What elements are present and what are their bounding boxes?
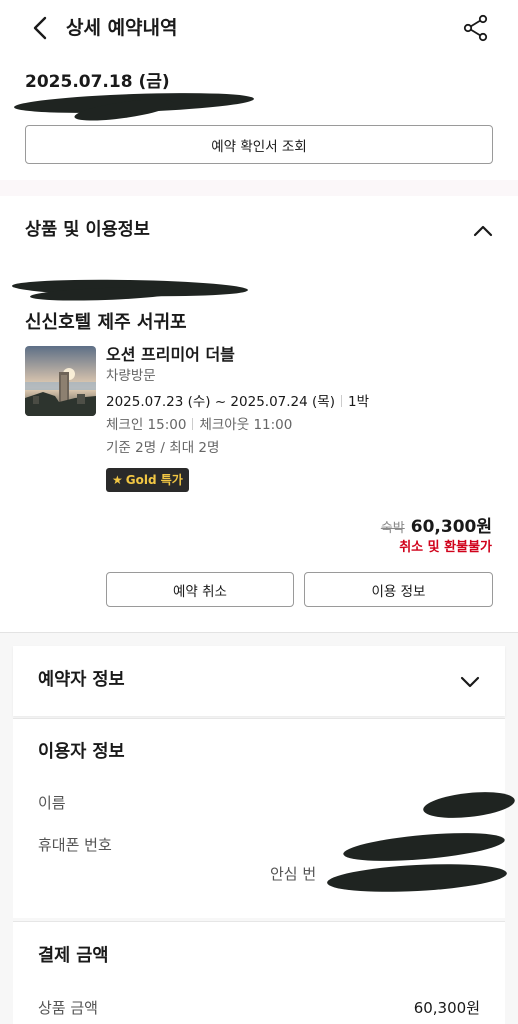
share-icon	[463, 14, 488, 42]
chevron-left-icon	[33, 16, 47, 40]
badge-label: Gold 특가	[125, 473, 183, 487]
divider	[192, 418, 194, 430]
refund-policy: 취소 및 환불불가	[399, 540, 492, 555]
redacted-scribble	[326, 860, 508, 896]
stay-dates: 2025.07.23 (수) ~ 2025.07.24 (목)	[106, 394, 335, 410]
user-info-card: 이용자 정보 이름 휴대폰 번호 안심 번	[13, 718, 517, 918]
usage-info-button[interactable]: 이용 정보	[304, 572, 493, 607]
star-icon: ★	[112, 473, 123, 487]
cancel-reservation-button[interactable]: 예약 취소	[106, 572, 294, 607]
price-row: 숙박 60,300원	[381, 512, 492, 537]
price-unit: 숙박	[380, 521, 405, 536]
redacted-scribble	[421, 788, 517, 822]
product-info-section: 상품 및 이용정보 신신호텔 제주 서귀포 오션 프리미어 더블 차량방문 20…	[0, 196, 518, 632]
booker-info-card[interactable]: 예약자 정보	[13, 646, 505, 716]
product-amount-label: 상품 금액	[38, 999, 98, 1017]
hotel-photo-image	[25, 346, 96, 416]
stay-dates-row: 2025.07.23 (수) ~ 2025.07.24 (목) 1박	[106, 392, 369, 412]
section-divider	[0, 180, 518, 196]
payment-card: 결제 금액 상품 금액 60,300원	[13, 921, 505, 1024]
section-title: 결제 금액	[38, 946, 109, 966]
nights: 1박	[347, 394, 369, 410]
chevron-down-icon	[460, 676, 480, 688]
reservation-date: 2025.07.18 (금)	[25, 72, 170, 92]
section-title: 예약자 정보	[38, 670, 125, 690]
divider	[340, 395, 342, 407]
confirmation-button[interactable]: 예약 확인서 조회	[25, 125, 493, 164]
safe-number-label: 안심 번	[270, 865, 317, 883]
price: 60,300원	[410, 517, 492, 537]
capacity: 기준 2명 / 최대 2명	[106, 440, 220, 456]
room-thumbnail[interactable]	[25, 346, 96, 416]
collapse-button[interactable]	[471, 219, 495, 243]
back-button[interactable]	[28, 14, 52, 42]
phone-label: 휴대폰 번호	[38, 836, 112, 854]
section-title: 이용자 정보	[38, 742, 125, 762]
share-button[interactable]	[462, 14, 490, 42]
section-divider	[0, 632, 518, 646]
page-title: 상세 예약내역	[66, 17, 178, 39]
app-header: 상세 예약내역	[0, 0, 518, 56]
check-in-time: 체크인 15:00	[106, 417, 187, 433]
check-out-time: 체크아웃 11:00	[199, 417, 293, 433]
section-title: 상품 및 이용정보	[25, 220, 150, 240]
name-label: 이름	[38, 794, 66, 812]
check-times-row: 체크인 15:00 체크아웃 11:00	[106, 415, 292, 435]
visit-type: 차량방문	[106, 368, 156, 384]
redacted-scribble	[342, 827, 506, 867]
gold-deal-badge: ★ Gold 특가	[106, 468, 189, 492]
expand-button[interactable]	[458, 670, 482, 694]
room-name: 오션 프리미어 더블	[106, 345, 235, 364]
hotel-name: 신신호텔 제주 서귀포	[25, 312, 187, 333]
product-amount: 60,300원	[413, 999, 480, 1017]
reservation-summary: 2025.07.18 (금) 예약 확인서 조회	[0, 56, 518, 180]
chevron-up-icon	[473, 225, 493, 237]
